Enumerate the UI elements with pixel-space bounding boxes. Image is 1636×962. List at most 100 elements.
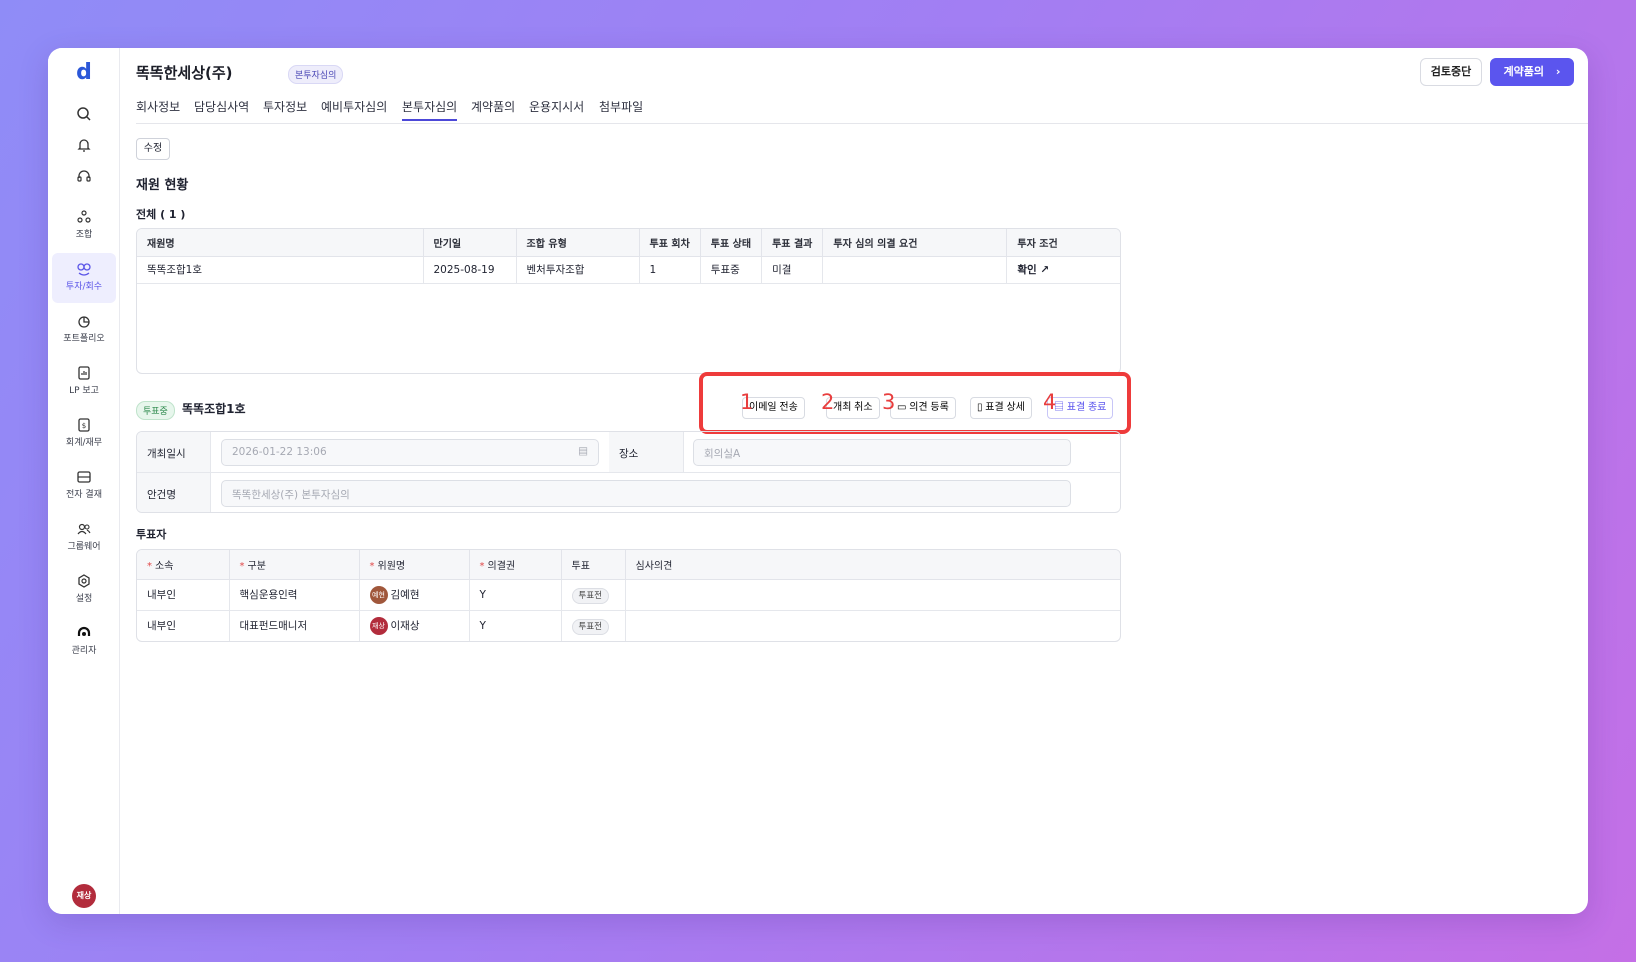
sidebar: d 조합 투자/회수 포트폴리오 LP 보고 $ 회계/재무 전자 결재 그룹웨… bbox=[48, 48, 120, 914]
place-label: 장소 bbox=[609, 432, 684, 472]
column-header: 심사의견 bbox=[625, 550, 1120, 580]
sidebar-item-label: 관리자 bbox=[71, 646, 97, 656]
vote-result-cell: 미결 bbox=[761, 256, 824, 284]
fund-table: 재원명 만기일 조합 유형 투표 회차 투표 상태 투표 결과 투자 심의 의결… bbox=[136, 228, 1121, 374]
column-header: 재원명 bbox=[137, 229, 424, 257]
user-avatar[interactable]: 재상 bbox=[72, 884, 96, 908]
invest-icon bbox=[77, 263, 91, 276]
required-marker: * bbox=[239, 560, 245, 572]
place-input[interactable]: 회의실A bbox=[693, 439, 1071, 466]
column-header-label: 위원명 bbox=[377, 560, 406, 572]
column-header: * 의결권 bbox=[469, 550, 562, 580]
report-icon bbox=[78, 366, 90, 380]
required-marker: * bbox=[479, 560, 485, 572]
accounting-icon: $ bbox=[78, 418, 90, 432]
column-header: 만기일 bbox=[423, 229, 517, 257]
tab-investment-info[interactable]: 투자정보 bbox=[263, 98, 307, 115]
app-logo[interactable]: d bbox=[48, 60, 120, 85]
sidebar-item-fund[interactable]: 조합 bbox=[52, 201, 116, 251]
required-marker: * bbox=[147, 560, 152, 572]
column-header: 조합 유형 bbox=[516, 229, 640, 257]
agenda-input[interactable]: 똑똑한세상(주) 본투자심의 bbox=[221, 480, 1071, 507]
sidebar-item-label: 전자 결재 bbox=[66, 490, 102, 500]
meeting-form: 개최일시 2026-01-22 13:06 ▤ 장소 회의실A 안건명 똑똑한세… bbox=[136, 431, 1121, 513]
vote-detail-label: 표결 상세 bbox=[985, 402, 1025, 413]
settings-icon bbox=[78, 574, 90, 588]
column-header: * 소속 bbox=[137, 550, 230, 580]
vote-status-cell: 투표중 bbox=[700, 256, 763, 284]
maturity-cell: 2025-08-19 bbox=[423, 256, 517, 284]
tab-pre-review[interactable]: 예비투자심의 bbox=[321, 98, 387, 115]
sidebar-item-admin[interactable]: 관리자 bbox=[52, 617, 116, 667]
groupware-icon bbox=[77, 523, 91, 535]
end-vote-button[interactable]: ▤ 표결 종료 bbox=[1047, 397, 1114, 419]
member-name: 이재상 bbox=[390, 619, 420, 632]
table-row[interactable]: 똑똑조합1호 2025-08-19 벤처투자조합 1 투표중 미결 확인 ↗ bbox=[137, 256, 1120, 284]
sidebar-item-groupware[interactable]: 그룹웨어 bbox=[52, 513, 116, 563]
contract-approval-button[interactable]: 계약품의 › bbox=[1490, 58, 1574, 86]
vote-status-pill: 투표전 bbox=[571, 618, 609, 635]
sidebar-item-label: 그룹웨어 bbox=[67, 542, 101, 552]
table-row[interactable]: 내부인 대표펀드매니저 재상 이재상 Y 투표전 bbox=[137, 610, 1120, 641]
column-header: 투표 결과 bbox=[761, 229, 824, 257]
tab-contract[interactable]: 계약품의 bbox=[471, 98, 515, 115]
sidebar-item-label: 회계/재무 bbox=[65, 438, 103, 448]
tab-bar: 회사정보 담당심사역 투자정보 예비투자심의 본투자심의 계약품의 운용지시서 … bbox=[136, 96, 1588, 124]
form-row-agenda: 안건명 똑똑한세상(주) 본투자심의 bbox=[137, 473, 1120, 512]
sidebar-item-approval[interactable]: 전자 결재 bbox=[52, 461, 116, 511]
annotation-marker: 4 bbox=[1043, 390, 1057, 414]
vote-status-tag: 투표중 bbox=[136, 401, 175, 420]
portfolio-icon bbox=[78, 316, 90, 328]
sidebar-item-settings[interactable]: 설정 bbox=[52, 565, 116, 615]
total-count: 전체 ( 1 ) bbox=[136, 208, 186, 221]
annotation-marker: 3 bbox=[882, 390, 896, 414]
page-title: 똑똑한세상(주) bbox=[136, 64, 233, 82]
stop-review-button[interactable]: 검토중단 bbox=[1420, 58, 1482, 86]
column-header-label: 구분 bbox=[247, 560, 266, 572]
member-cell: 예현 김예현 bbox=[359, 579, 470, 611]
datetime-input[interactable]: 2026-01-22 13:06 ▤ bbox=[221, 439, 599, 466]
section-title: 재원 현황 bbox=[136, 178, 189, 193]
chevron-right-icon: › bbox=[1555, 65, 1561, 78]
vote-cell: 투표전 bbox=[561, 610, 626, 641]
fund-name-cell: 똑똑조합1호 bbox=[137, 256, 424, 284]
column-header: 투표 상태 bbox=[700, 229, 763, 257]
sidebar-item-portfolio[interactable]: 포트폴리오 bbox=[52, 305, 116, 355]
avatar: 재상 bbox=[369, 616, 388, 635]
sidebar-item-lp-report[interactable]: LP 보고 bbox=[52, 357, 116, 407]
tab-company-info[interactable]: 회사정보 bbox=[136, 98, 180, 115]
requirement-cell bbox=[822, 256, 1008, 284]
role-cell: 핵심운용인력 bbox=[229, 579, 360, 611]
edit-button[interactable]: 수정 bbox=[136, 138, 170, 160]
column-header-label: 소속 bbox=[155, 560, 174, 572]
voters-title: 투표자 bbox=[136, 528, 167, 541]
register-opinion-button[interactable]: ▭ 의견 등록 bbox=[890, 397, 956, 419]
headset-icon[interactable] bbox=[48, 168, 120, 184]
search-icon[interactable] bbox=[48, 106, 120, 122]
condition-link[interactable]: 확인 ↗ bbox=[1006, 256, 1120, 284]
meeting-fund-name: 똑똑조합1호 bbox=[182, 402, 246, 416]
tab-operation-order[interactable]: 운용지시서 bbox=[529, 98, 584, 115]
column-header: 투표 회차 bbox=[639, 229, 701, 257]
opinion-cell bbox=[625, 579, 1120, 611]
annotation-marker: 1 bbox=[740, 390, 754, 414]
sidebar-item-label: 포트폴리오 bbox=[63, 334, 105, 344]
tab-main-review[interactable]: 본투자심의 bbox=[402, 98, 458, 121]
sidebar-item-accounting[interactable]: $ 회계/재무 bbox=[52, 409, 116, 459]
column-header: 투자 심의 의결 요건 bbox=[822, 229, 1008, 257]
tab-reviewer[interactable]: 담당심사역 bbox=[194, 98, 249, 115]
opinion-cell bbox=[625, 610, 1120, 641]
column-header: 투자 조건 bbox=[1006, 229, 1120, 257]
vote-status-pill: 투표전 bbox=[571, 587, 609, 604]
bell-icon[interactable] bbox=[48, 137, 120, 153]
sidebar-item-label: 설정 bbox=[75, 594, 93, 604]
table-row[interactable]: 내부인 핵심운용인력 예현 김예현 Y 투표전 bbox=[137, 579, 1120, 611]
vote-detail-button[interactable]: ▯ 표결 상세 bbox=[970, 397, 1032, 419]
calendar-icon: ▤ bbox=[578, 445, 588, 457]
column-header: * 위원명 bbox=[359, 550, 470, 580]
vote-round-cell: 1 bbox=[639, 256, 701, 284]
voting-right-cell: Y bbox=[469, 610, 562, 641]
required-marker: * bbox=[369, 560, 375, 572]
sidebar-item-invest[interactable]: 투자/회수 bbox=[52, 253, 116, 303]
tab-attachments[interactable]: 첨부파일 bbox=[599, 98, 643, 115]
